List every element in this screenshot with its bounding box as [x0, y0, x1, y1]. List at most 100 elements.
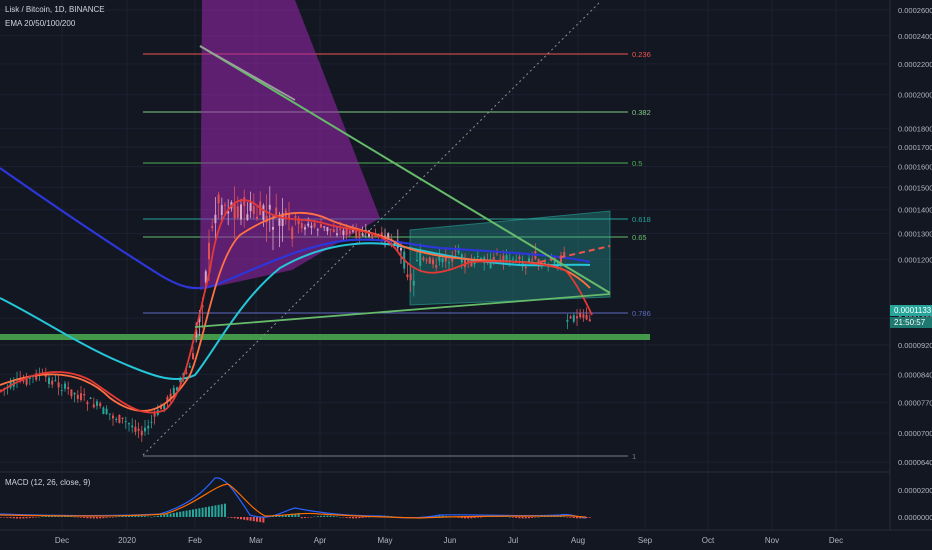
candle-body: [92, 404, 95, 408]
signal-line: [0, 483, 587, 519]
candle-body: [432, 259, 434, 265]
macd-bar: [521, 517, 524, 519]
candle-body: [73, 392, 76, 395]
candle-body: [57, 382, 60, 388]
candle-body: [220, 205, 223, 215]
macd-tick-label: 0.0000000: [898, 513, 932, 522]
candle-body: [144, 427, 146, 432]
candle-body: [332, 229, 335, 232]
candle-body: [278, 218, 281, 226]
time-tick-label: 2020: [118, 536, 136, 545]
macd-bar: [192, 509, 194, 517]
macd-bar: [348, 517, 351, 519]
time-tick-label: Sep: [638, 536, 653, 545]
candle-body: [512, 258, 514, 260]
macd-bar: [537, 516, 540, 518]
macd-bar: [508, 516, 511, 518]
price-tick-label: 0.0000700: [898, 429, 932, 438]
candle-body: [304, 227, 306, 230]
price-tick-label: 0.0002400: [898, 32, 932, 41]
candle-body: [80, 393, 82, 400]
macd-bar: [358, 517, 361, 519]
candle-body: [342, 230, 345, 236]
macd-bar: [323, 515, 326, 517]
macd-bar: [256, 517, 258, 522]
macd-bar: [96, 517, 98, 519]
ascending-trendline: [194, 293, 611, 328]
price-tick-label: 0.0000920: [898, 341, 932, 350]
candle-body: [48, 377, 50, 384]
candle-body: [409, 273, 412, 281]
candle-body: [262, 205, 265, 220]
macd-bar: [352, 517, 354, 519]
candle-body: [569, 316, 572, 319]
candle-body: [140, 430, 143, 436]
candle-body: [441, 258, 444, 263]
macd-bar: [326, 515, 329, 517]
time-tick-label: Nov: [765, 536, 779, 545]
candle-body: [233, 203, 236, 219]
macd-bar: [92, 517, 95, 519]
macd-label: MACD (12, 26, close, 9): [5, 478, 91, 487]
candle-body: [83, 394, 86, 396]
candle-body: [307, 223, 310, 226]
macd-bar: [480, 517, 482, 518]
candle-body: [112, 415, 114, 419]
candle-body: [99, 403, 102, 407]
candle-body: [224, 204, 226, 206]
fib-level-label: 0.786: [632, 309, 651, 318]
macd-bar: [332, 516, 335, 517]
macd-bar: [345, 517, 348, 518]
macd-bar: [9, 517, 12, 519]
candle-body: [211, 225, 214, 229]
macd-bar: [3, 517, 6, 518]
macd-bar: [156, 515, 159, 517]
candle-body: [422, 257, 425, 260]
macd-bar: [342, 517, 345, 518]
fib-level-label: 0.618: [632, 215, 651, 224]
macd-bar: [588, 517, 591, 518]
candle-body: [124, 421, 127, 423]
macd-bar: [163, 514, 166, 517]
macd-bar: [361, 517, 364, 518]
macd-bar: [35, 517, 38, 518]
candle-body: [588, 319, 591, 322]
macd-bar: [217, 504, 220, 517]
macd-bar: [220, 504, 223, 517]
candle-body: [172, 387, 175, 395]
macd-bar: [336, 516, 338, 517]
candle-body: [400, 247, 402, 251]
candle-body: [339, 228, 342, 230]
macd-bar: [76, 517, 79, 518]
candle-body: [268, 204, 271, 210]
candle-body: [208, 242, 210, 260]
macd-bar: [182, 511, 185, 517]
macd-bar: [204, 507, 207, 517]
macd-bar: [195, 508, 198, 517]
macd-bar: [320, 515, 322, 517]
macd-bar: [304, 517, 306, 518]
candle-body: [188, 365, 191, 368]
candle-body: [291, 227, 294, 240]
macd-bar: [169, 513, 172, 517]
price-tick-label: 0.0001700: [898, 143, 932, 152]
chart-canvas[interactable]: 0.236 0.382 0.5 0.618 0.65 0.786 1 0.0002600 0.…: [0, 0, 932, 550]
macd-bar: [300, 517, 303, 519]
macd-bar: [316, 516, 319, 517]
macd-bar: [38, 516, 41, 518]
macd-bar: [25, 517, 28, 519]
macd-bar: [211, 505, 214, 517]
candle-body: [89, 397, 92, 399]
candle-body: [576, 316, 578, 319]
candle-body: [313, 223, 316, 228]
macd-bar: [528, 517, 530, 519]
macd-bar: [105, 517, 108, 518]
fib-level-label: 1: [632, 452, 636, 461]
macd-bar: [236, 517, 239, 519]
macd-bar: [569, 517, 572, 518]
macd-bar: [118, 516, 121, 517]
macd-bar: [230, 517, 233, 518]
macd-bar: [166, 514, 169, 517]
macd-bar: [563, 516, 566, 518]
fib-level-label: 0.65: [632, 233, 647, 242]
